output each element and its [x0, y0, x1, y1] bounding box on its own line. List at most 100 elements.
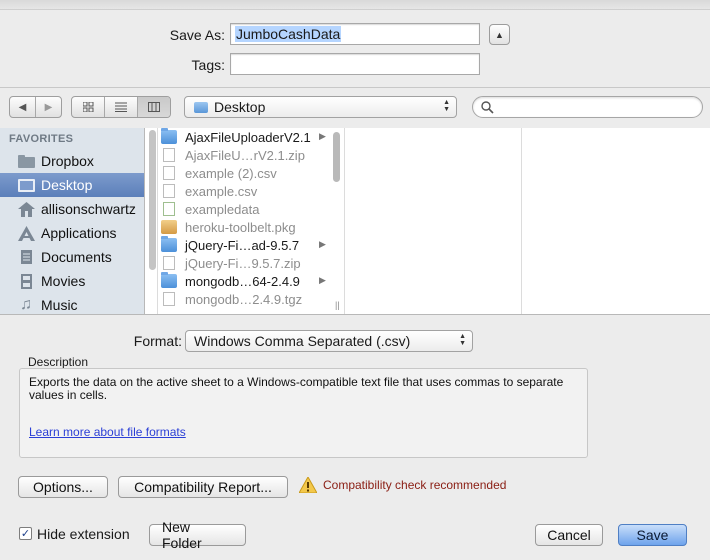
tags-field[interactable] [230, 53, 480, 75]
file-name: mongodb…2.4.9.tgz [185, 291, 303, 307]
sidebar-item-label: Music [41, 297, 78, 313]
document-icon [163, 166, 175, 180]
warning-icon [299, 477, 317, 493]
format-popup[interactable]: Windows Comma Separated (.csv) ▲ ▼ [185, 330, 473, 352]
sidebar-item-dropbox[interactable]: Dropbox [0, 149, 144, 173]
hide-extension-checkbox[interactable]: ✓ [19, 527, 32, 540]
sidebar-item-applications[interactable]: Applications [0, 221, 144, 245]
file-name: AjaxFileU…rV2.1.zip [185, 147, 305, 163]
sidebar-item-documents[interactable]: Documents [0, 245, 144, 269]
options-panel: Format: Windows Comma Separated (.csv) ▲… [0, 314, 710, 560]
column-view-icon [148, 102, 160, 112]
format-label: Format: [133, 333, 182, 349]
tags-label: Tags: [191, 57, 225, 73]
folder-icon [194, 101, 208, 113]
sidebar-item-desktop[interactable]: Desktop [0, 173, 144, 197]
options-button[interactable]: Options... [18, 476, 108, 498]
back-forward-control: ◀ ▶ [9, 96, 62, 118]
save-panel-header: Save As: JumboCashData ▲ Tags: [0, 10, 710, 87]
sidebar-item-label: Applications [41, 225, 117, 241]
compatibility-warning: Compatibility check recommended [299, 477, 506, 493]
sidebar-item-label: Desktop [41, 177, 93, 193]
file-name: jQuery-Fi…ad-9.5.7 [185, 237, 300, 253]
icon-view-button[interactable] [72, 97, 105, 117]
location-popup[interactable]: Desktop ▲ ▼ [184, 96, 457, 118]
sidebar-item-home[interactable]: allisonschwartz [0, 197, 144, 221]
compatibility-report-button[interactable]: Compatibility Report... [118, 476, 288, 498]
column-view-button[interactable] [138, 97, 170, 117]
column-divider [344, 128, 345, 314]
package-icon [161, 220, 177, 234]
document-icon [163, 184, 175, 198]
background-window-strip [0, 0, 710, 10]
description-box: Exports the data on the active sheet to … [19, 368, 588, 458]
file-item[interactable]: mongodb…2.4.9.tgz [161, 290, 331, 308]
file-name: exampledata [185, 201, 260, 217]
description-text: Exports the data on the active sheet to … [29, 375, 564, 402]
file-item[interactable]: example (2).csv [161, 164, 331, 182]
updown-arrows-icon: ▲ ▼ [443, 99, 450, 113]
warning-text: Compatibility check recommended [323, 478, 507, 492]
save-button[interactable]: Save [618, 524, 687, 546]
applications-icon [16, 225, 36, 241]
folder-icon [161, 272, 177, 288]
file-item[interactable]: AjaxFileUploaderV2.1 ▶ [161, 128, 331, 146]
sidebar-item-music[interactable]: ♫ Music [0, 293, 144, 314]
column-divider [157, 128, 158, 314]
sidebar-item-movies[interactable]: Movies [0, 269, 144, 293]
learn-more-link[interactable]: Learn more about file formats [29, 425, 186, 439]
document-icon [163, 292, 175, 306]
home-icon [16, 201, 36, 217]
save-as-label: Save As: [169, 27, 225, 43]
document-icon [163, 256, 175, 270]
sidebar-heading-favorites: FAVORITES [9, 133, 74, 145]
file-item[interactable]: exampledata [161, 200, 331, 218]
save-as-value: JumboCashData [235, 26, 342, 42]
sidebar: FAVORITES Dropbox Desktop allisonschwart… [0, 128, 145, 314]
spreadsheet-icon [163, 202, 175, 216]
cancel-button[interactable]: Cancel [535, 524, 603, 546]
music-icon: ♫ [20, 296, 32, 313]
column-resize-grip[interactable]: || [335, 300, 340, 310]
chevron-right-icon: ▶ [319, 275, 326, 285]
description-heading: Description [28, 355, 89, 369]
back-arrow-icon: ◀ [18, 101, 27, 113]
hide-extension-label: Hide extension [37, 526, 130, 542]
chevron-right-icon: ▶ [319, 131, 326, 141]
file-name: jQuery-Fi…9.5.7.zip [185, 255, 301, 271]
folder-icon [161, 128, 177, 144]
icon-view-icon [82, 102, 93, 112]
search-field[interactable] [472, 96, 703, 118]
documents-icon [16, 249, 36, 265]
location-value: Desktop [214, 99, 266, 115]
back-button[interactable]: ◀ [10, 97, 36, 117]
file-name: example (2).csv [185, 165, 277, 181]
file-browser: AjaxFileUploaderV2.1 ▶ AjaxFileU…rV2.1.z… [145, 128, 710, 314]
list-view-button[interactable] [105, 97, 138, 117]
save-as-field[interactable]: JumboCashData [230, 23, 480, 45]
new-folder-button[interactable]: New Folder [149, 519, 246, 551]
sidebar-item-label: Dropbox [41, 153, 94, 169]
file-name: mongodb…64-2.4.9 [185, 273, 300, 289]
list-view-icon [115, 102, 127, 112]
file-item[interactable]: mongodb…64-2.4.9 ▶ [161, 272, 331, 290]
file-item[interactable]: jQuery-Fi…ad-9.5.7 ▶ [161, 236, 331, 254]
document-icon [163, 148, 175, 162]
sidebar-column-scrollbar[interactable] [149, 130, 156, 270]
view-mode-control [71, 96, 171, 118]
file-item[interactable]: example.csv [161, 182, 331, 200]
triangle-up-icon: ▲ [495, 29, 504, 40]
column-divider [521, 128, 522, 314]
chevron-right-icon: ▶ [319, 239, 326, 249]
desktop-icon [16, 177, 36, 193]
file-item[interactable]: jQuery-Fi…9.5.7.zip [161, 254, 331, 272]
folder-icon [161, 236, 177, 252]
sidebar-item-label: Documents [41, 249, 112, 265]
file-column-scrollbar[interactable] [333, 132, 340, 182]
collapse-button[interactable]: ▲ [489, 24, 510, 45]
file-item[interactable]: AjaxFileU…rV2.1.zip [161, 146, 331, 164]
file-name: AjaxFileUploaderV2.1 [185, 129, 311, 145]
file-item[interactable]: heroku-toolbelt.pkg [161, 218, 331, 236]
file-name: heroku-toolbelt.pkg [185, 219, 296, 235]
forward-button[interactable]: ▶ [36, 97, 61, 117]
